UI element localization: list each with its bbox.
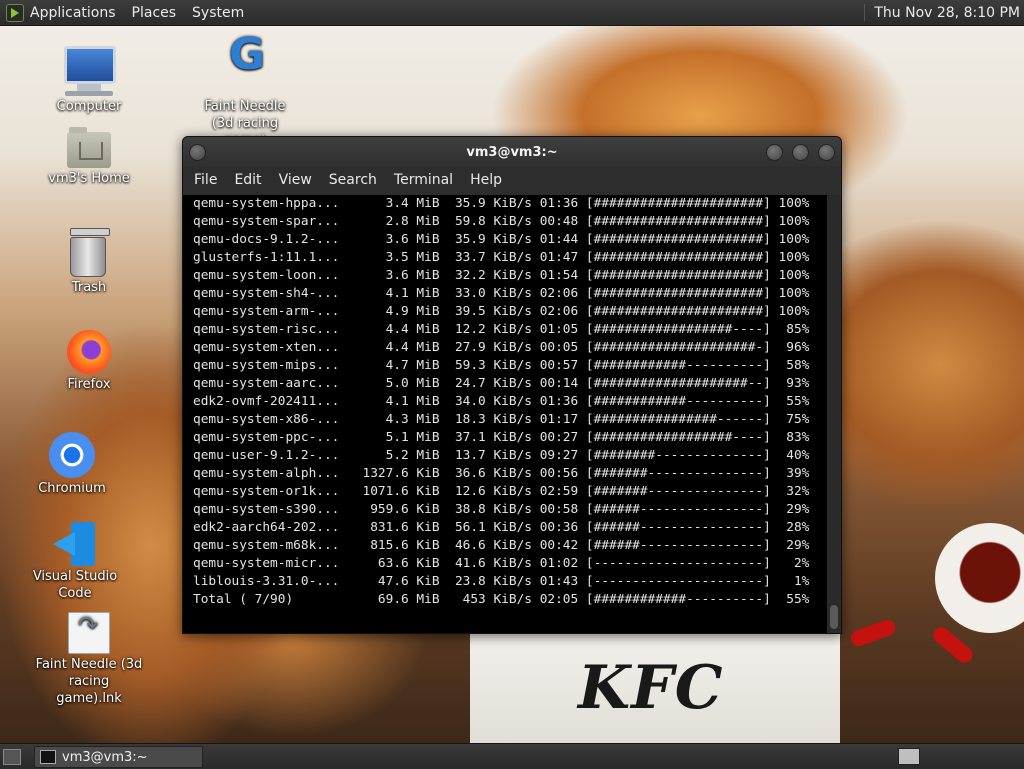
desktop-icon-label: Firefox: [67, 377, 111, 392]
terminal-line: qemu-user-9.1.2-... 5.2 MiB 13.7 KiB/s 0…: [193, 448, 810, 463]
terminal-window[interactable]: vm3@vm3:~ File Edit View Search Terminal…: [182, 136, 842, 634]
computer-icon: [64, 46, 116, 96]
terminal-line: qemu-system-mips... 4.7 MiB 59.3 KiB/s 0…: [193, 358, 810, 373]
terminal-line: qemu-system-xten... 4.4 MiB 27.9 KiB/s 0…: [193, 340, 810, 355]
terminal-line: qemu-system-ppc-... 5.1 MiB 37.1 KiB/s 0…: [193, 430, 810, 445]
menu-terminal[interactable]: Terminal: [387, 172, 460, 188]
terminal-line: qemu-system-loon... 3.6 MiB 32.2 KiB/s 0…: [193, 268, 810, 283]
bottom-panel: vm3@vm3:~: [0, 743, 1024, 769]
desktop-icon-firefox[interactable]: Firefox: [58, 330, 120, 393]
show-desktop-icon[interactable]: [3, 749, 21, 765]
game-icon: [223, 46, 267, 96]
terminal-line: liblouis-3.31.0-... 47.6 KiB 23.8 KiB/s …: [193, 574, 810, 589]
close-icon[interactable]: [818, 144, 835, 161]
desktop-icon-label: Trash: [71, 280, 107, 295]
desktop-icon-chromium[interactable]: Chromium: [36, 432, 108, 497]
terminal-line: qemu-system-spar... 2.8 MiB 59.8 KiB/s 0…: [193, 214, 810, 229]
menu-applications[interactable]: Applications: [30, 5, 116, 21]
terminal-line: edk2-ovmf-202411... 4.1 MiB 34.0 KiB/s 0…: [193, 394, 810, 409]
menu-help[interactable]: Help: [463, 172, 509, 188]
desktop-icon-label: Visual Studio Code: [32, 569, 118, 601]
terminal-line: qemu-docs-9.1.2-... 3.6 MiB 35.9 KiB/s 0…: [193, 232, 810, 247]
desktop-icon-trash[interactable]: Trash: [58, 228, 120, 296]
terminal-line: qemu-system-micr... 63.6 KiB 41.6 KiB/s …: [193, 556, 810, 571]
wallpaper-pepper: [930, 624, 976, 666]
desktop-icon-faint-needle[interactable]: Faint Needle (3d racing game): [192, 46, 298, 149]
panel-clock[interactable]: Thu Nov 28, 8:10 PM: [874, 5, 1020, 21]
menu-system[interactable]: System: [192, 5, 244, 21]
desktop-icon-computer[interactable]: Computer: [50, 46, 128, 115]
desktop-icon-label: vm3's Home: [48, 171, 130, 186]
terminal-line: qemu-system-hppa... 3.4 MiB 35.9 KiB/s 0…: [193, 196, 810, 211]
terminal-line: glusterfs-1:11.1... 3.5 MiB 33.7 KiB/s 0…: [193, 250, 810, 265]
menu-view[interactable]: View: [272, 172, 319, 188]
distro-logo-icon[interactable]: [6, 3, 24, 22]
terminal-icon: [40, 750, 56, 764]
terminal-line: qemu-system-risc... 4.4 MiB 12.2 KiB/s 0…: [193, 322, 810, 337]
desktop-icon-home[interactable]: vm3's Home: [44, 127, 134, 187]
terminal-line: edk2-aarch64-202... 831.6 KiB 56.1 KiB/s…: [193, 520, 810, 535]
terminal-output[interactable]: qemu-system-hppa... 3.4 MiB 35.9 KiB/s 0…: [183, 195, 827, 633]
minimize-icon[interactable]: [766, 144, 783, 161]
menu-places[interactable]: Places: [132, 5, 177, 21]
terminal-line: Total ( 7/90) 69.6 MiB 453 KiB/s 02:05 […: [193, 592, 810, 607]
desktop-icon-vscode[interactable]: Visual Studio Code: [16, 522, 134, 602]
maximize-icon[interactable]: [792, 144, 809, 161]
panel-separator: [864, 4, 867, 21]
chromium-icon: [49, 432, 95, 478]
firefox-icon: [67, 330, 111, 374]
menu-edit[interactable]: Edit: [227, 172, 268, 188]
trash-icon: [70, 228, 110, 277]
top-panel: Applications Places System Thu Nov 28, 8…: [0, 0, 1024, 26]
desktop-icon-label: Chromium: [38, 481, 106, 496]
terminal-line: qemu-system-aarc... 5.0 MiB 24.7 KiB/s 0…: [193, 376, 810, 391]
desktop-icon-label: Faint Needle (3d racing game).lnk: [35, 657, 143, 706]
wallpaper-sauce-bowl: [935, 523, 1024, 633]
menu-file[interactable]: File: [187, 172, 224, 188]
terminal-line: qemu-system-or1k... 1071.6 KiB 12.6 KiB/…: [193, 484, 810, 499]
window-menu-icon[interactable]: [189, 144, 206, 161]
shortcut-file-icon: [68, 612, 110, 654]
terminal-scrollbar[interactable]: [827, 195, 841, 633]
desktop-icon-faint-needle-lnk[interactable]: Faint Needle (3d racing game).lnk: [34, 612, 144, 707]
wallpaper-pepper: [848, 617, 898, 649]
taskbar-button-label: vm3@vm3:~: [62, 749, 148, 765]
terminal-menubar: File Edit View Search Terminal Help: [183, 167, 841, 193]
menu-search[interactable]: Search: [322, 172, 384, 188]
window-title: vm3@vm3:~: [466, 144, 558, 160]
terminal-line: qemu-system-s390... 959.6 KiB 38.8 KiB/s…: [193, 502, 810, 517]
wallpaper-brand-text: KFC: [578, 653, 724, 723]
terminal-line: qemu-system-arm-... 4.9 MiB 39.5 KiB/s 0…: [193, 304, 810, 319]
terminal-line: qemu-system-x86-... 4.3 MiB 18.3 KiB/s 0…: [193, 412, 810, 427]
window-titlebar[interactable]: vm3@vm3:~: [183, 137, 841, 167]
workspace-switcher[interactable]: [898, 748, 920, 765]
desktop-icon-label: Computer: [56, 99, 122, 114]
terminal-line: qemu-system-alph... 1327.6 KiB 36.6 KiB/…: [193, 466, 810, 481]
terminal-line: qemu-system-m68k... 815.6 KiB 46.6 KiB/s…: [193, 538, 810, 553]
vscode-icon: [53, 522, 97, 566]
taskbar-button-terminal[interactable]: vm3@vm3:~: [34, 746, 203, 768]
home-folder-icon: [67, 127, 111, 168]
scrollbar-thumb[interactable]: [830, 605, 838, 629]
terminal-line: qemu-system-sh4-... 4.1 MiB 33.0 KiB/s 0…: [193, 286, 810, 301]
